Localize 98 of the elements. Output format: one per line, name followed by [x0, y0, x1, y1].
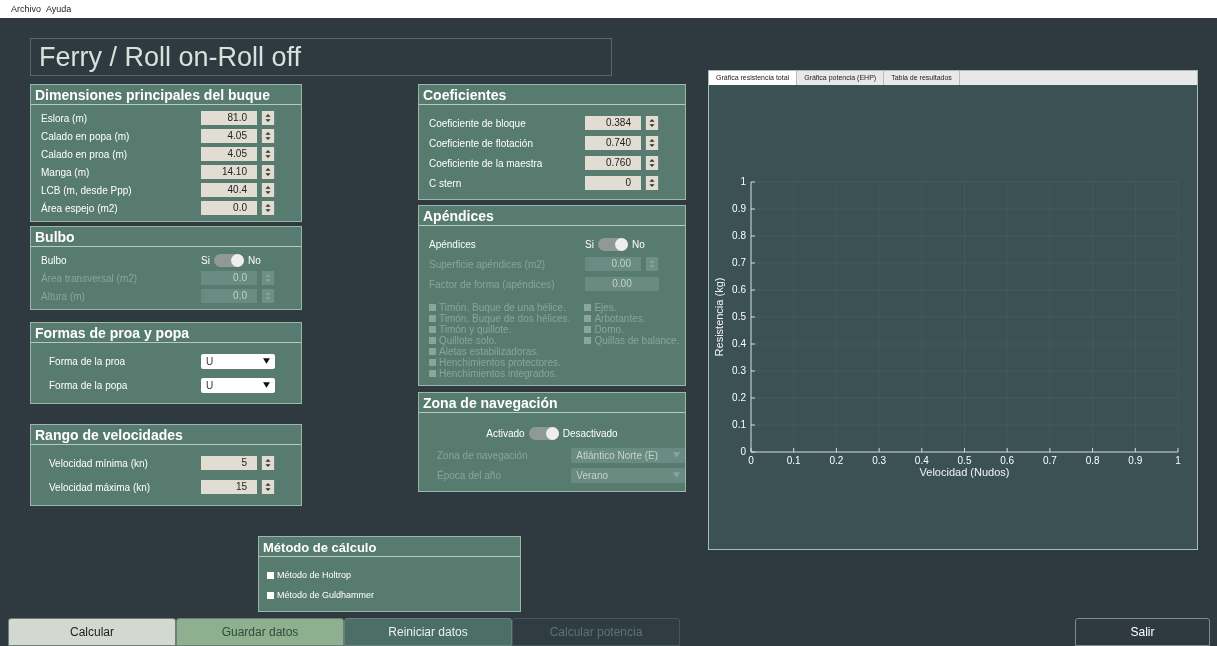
tick-label: 0.8 [1085, 455, 1100, 467]
tick-label: 0.9 [732, 203, 746, 215]
spin-arrows-icon[interactable] [645, 136, 659, 150]
checkbox-label: Método de Holtrop [277, 570, 352, 580]
toggle-switch[interactable] [597, 237, 628, 251]
panel-title: Formas de proa y popa [31, 323, 301, 343]
tick-label: 0.3 [732, 365, 746, 377]
field-label: Manga (m) [41, 166, 91, 178]
exit-button[interactable]: Salir [1075, 618, 1210, 646]
tick-label: 0.9 [1128, 455, 1143, 467]
panel-title: Coeficientes [419, 85, 685, 105]
field-label: Velocidad mínima (kn) [49, 457, 149, 469]
axis-label: Resistencia (kg) [713, 277, 725, 357]
tick-label: 0.2 [732, 392, 746, 404]
spin-field[interactable]: 81.0 [201, 111, 257, 125]
spin-arrows-icon[interactable] [261, 129, 275, 143]
tick-label: 0.5 [957, 455, 972, 467]
spin-arrows-icon[interactable] [645, 116, 659, 130]
toggle-switch[interactable] [213, 253, 244, 267]
panel-title: Apéndices [419, 206, 685, 226]
tick-label: 0.6 [732, 284, 746, 296]
menu-item[interactable]: Ayuda [46, 4, 72, 14]
field-label: Velocidad máxima (kn) [49, 481, 152, 493]
spin-field[interactable]: 5 [201, 456, 257, 470]
toggle-option: Si [585, 238, 594, 250]
field-label: Área espejo (m2) [41, 202, 119, 214]
toggle-option: Activado [486, 427, 525, 439]
spin-field[interactable]: 0.384 [585, 116, 641, 130]
panel-title: Bulbo [31, 227, 301, 247]
spin-field[interactable]: 15 [201, 480, 257, 494]
checkbox-label: Método de Guldhammer [277, 590, 375, 600]
panel-title: Dimensiones principales del buque [31, 85, 301, 105]
spin-field[interactable]: 0 [585, 176, 641, 190]
tick-label: 0.5 [732, 311, 746, 323]
action-button[interactable]: Guardar datos [176, 618, 344, 646]
field-label: Coeficiente de la maestra [429, 157, 544, 169]
spin-field[interactable]: 0.0 [201, 201, 257, 215]
caret-icon [263, 358, 270, 364]
panel-title: Zona de navegación [419, 393, 685, 413]
spin-field[interactable]: 0.740 [585, 136, 641, 150]
spin-arrows-icon[interactable] [261, 480, 275, 494]
spin-field[interactable]: 4.05 [201, 129, 257, 143]
dropdown[interactable]: U [201, 377, 275, 393]
caret-icon [673, 452, 680, 458]
toggle-switch[interactable] [528, 426, 559, 440]
field-label: Coeficiente de bloque [429, 117, 527, 129]
tick-label: 1 [740, 176, 746, 188]
field-label: Calado en popa (m) [41, 130, 131, 142]
spin-field[interactable]: 40.4 [201, 183, 257, 197]
tick-label: 0.3 [872, 455, 887, 467]
checkbox[interactable] [267, 591, 274, 599]
toggle-option: Si [201, 254, 210, 266]
field-label: Calado en proa (m) [41, 148, 129, 160]
spin-field[interactable]: 4.05 [201, 147, 257, 161]
action-button[interactable]: Reiniciar datos [344, 618, 512, 646]
toggle-label: Bulbo [41, 254, 68, 266]
tick-label: 0.1 [732, 419, 746, 431]
tick-label: 0.2 [829, 455, 844, 467]
spin-arrows-icon[interactable] [261, 147, 275, 161]
spin-arrows-icon[interactable] [261, 456, 275, 470]
field-label: Eslora (m) [41, 112, 89, 124]
caret-icon [673, 472, 680, 478]
spin-field[interactable]: 0.760 [585, 156, 641, 170]
field-label: Forma de la proa [49, 355, 127, 367]
tick-label: 1 [1175, 455, 1181, 467]
panel-title: Rango de velocidades [31, 425, 301, 445]
tick-label: 0.1 [786, 455, 801, 467]
tick-label: 0.8 [732, 230, 746, 242]
dropdown[interactable]: U [201, 353, 275, 369]
field-label: C stern [429, 177, 463, 189]
panel-title: Método de cálculo [259, 537, 520, 557]
spin-arrows-icon[interactable] [261, 201, 275, 215]
spin-field[interactable]: 14.10 [201, 165, 257, 179]
field-label: Forma de la popa [49, 379, 129, 391]
toggle-option: No [631, 238, 645, 250]
field-label: Coeficiente de flotación [429, 137, 534, 149]
spin-arrows-icon[interactable] [261, 183, 275, 197]
tick-label: 0.7 [732, 257, 746, 269]
tick-label: 0.4 [914, 455, 929, 467]
toggle-option: Desactivado [562, 427, 618, 439]
axis-label: Velocidad (Nudos) [919, 466, 1010, 478]
checkbox[interactable] [267, 571, 274, 579]
spin-arrows-icon[interactable] [261, 165, 275, 179]
toggle-label: Apéndices [429, 238, 477, 250]
spin-arrows-icon[interactable] [261, 111, 275, 125]
tick-label: 0 [748, 455, 754, 467]
tick-label: 0.4 [732, 338, 746, 350]
action-button[interactable]: Calcular [8, 618, 176, 646]
tick-label: 0.7 [1042, 455, 1057, 467]
spin-arrows-icon[interactable] [645, 156, 659, 170]
spin-arrows-icon[interactable] [645, 176, 659, 190]
window-title: Ferry / Roll on-Roll off [30, 38, 612, 76]
caret-icon [263, 382, 270, 388]
tick-label: 0.6 [1000, 455, 1015, 467]
toggle-option: No [247, 254, 261, 266]
field-label: LCB (m, desde Ppp) [41, 184, 133, 196]
menu-item[interactable]: Archivo [11, 4, 41, 14]
tick-label: 0 [740, 446, 746, 458]
